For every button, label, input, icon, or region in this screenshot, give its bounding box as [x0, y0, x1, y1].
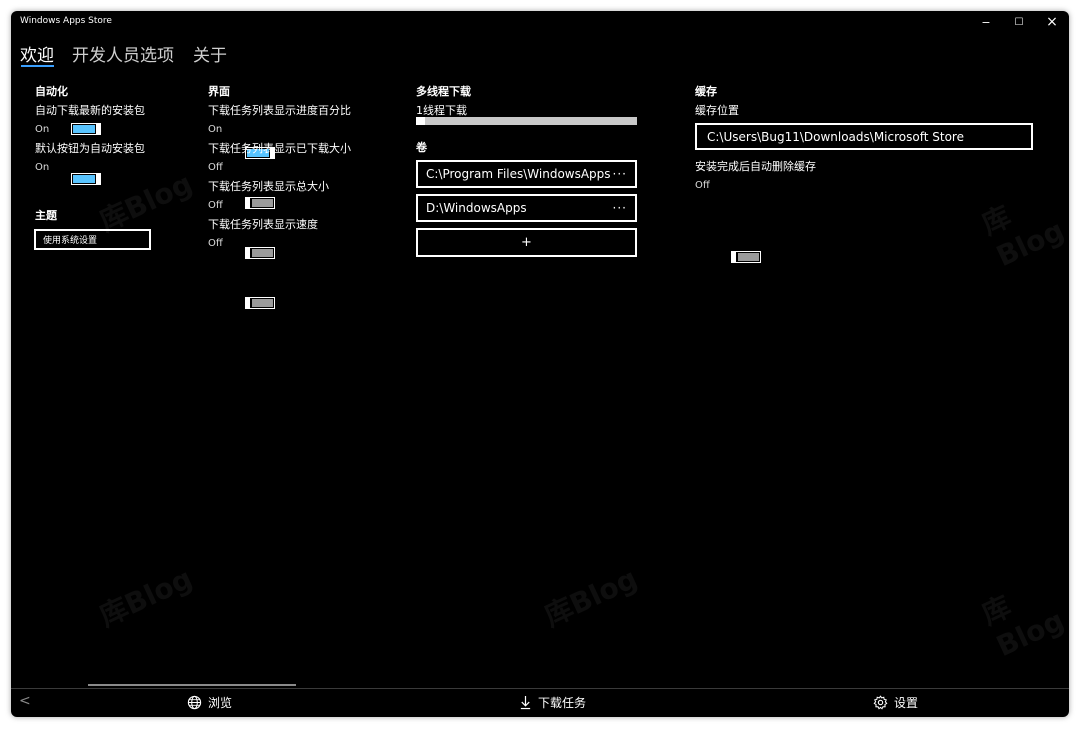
nav-downloads-label: 下载任务: [538, 696, 587, 710]
minimize-button[interactable]: −: [969, 11, 1003, 33]
show-speed-toggle[interactable]: [245, 297, 275, 309]
thread-count-slider[interactable]: [416, 117, 637, 125]
plus-icon: +: [521, 235, 532, 250]
nav-browse-label: 浏览: [208, 696, 233, 710]
horizontal-scrollbar[interactable]: [88, 684, 296, 686]
interface-heading: 界面: [208, 85, 230, 98]
tab-welcome[interactable]: 欢迎: [20, 41, 54, 66]
show-downloaded-label: 下载任务列表显示已下载大小: [208, 142, 351, 155]
show-progress-label: 下载任务列表显示进度百分比: [208, 104, 351, 117]
maximize-button[interactable]: ☐: [1002, 11, 1036, 33]
more-icon[interactable]: ···: [613, 167, 627, 181]
download-icon: [520, 696, 531, 710]
automation-heading: 自动化: [35, 85, 68, 98]
nav-downloads[interactable]: 下载任务: [519, 694, 586, 711]
show-total-state: Off: [208, 200, 223, 211]
volume-path: D:\WindowsApps: [426, 201, 527, 215]
auto-download-label: 自动下载最新的安装包: [35, 104, 145, 117]
nav-settings[interactable]: 设置: [873, 694, 918, 711]
window-title: Windows Apps Store: [20, 16, 112, 26]
nav-settings-label: 设置: [894, 696, 919, 710]
cache-location-input[interactable]: C:\Users\Bug11\Downloads\Microsoft Store: [695, 123, 1033, 150]
tab-developer-options[interactable]: 开发人员选项: [72, 41, 174, 66]
show-downloaded-state: Off: [208, 162, 223, 173]
auto-download-state: On: [35, 124, 50, 135]
show-progress-state: On: [208, 124, 223, 135]
auto-delete-cache-toggle[interactable]: [731, 251, 761, 263]
volume-path: C:\Program Files\WindowsApps: [426, 167, 611, 181]
show-speed-state: Off: [208, 238, 223, 249]
thread-slider-fill: [416, 117, 425, 125]
auto-delete-cache-state: Off: [695, 180, 710, 191]
close-button[interactable]: ×: [1035, 11, 1069, 33]
theme-select[interactable]: 使用系统设置: [34, 229, 151, 250]
app-window: 库Blog 库Blog 库Blog 库Blog 库Blog Windows Ap…: [11, 11, 1069, 717]
bottom-nav: < 浏览 下载任务 设置: [11, 689, 1069, 717]
default-button-label: 默认按钮为自动安装包: [35, 142, 145, 155]
default-button-state: On: [35, 162, 50, 173]
watermark: 库Blog: [976, 199, 1069, 274]
auto-delete-cache-label: 安装完成后自动删除缓存: [695, 160, 816, 173]
watermark: 库Blog: [94, 561, 198, 634]
back-button[interactable]: <: [19, 693, 31, 709]
globe-icon: [187, 695, 202, 710]
show-speed-label: 下载任务列表显示速度: [208, 218, 318, 231]
watermark: 库Blog: [976, 589, 1069, 664]
auto-download-toggle[interactable]: [71, 123, 101, 135]
default-button-toggle[interactable]: [71, 173, 101, 185]
add-volume-button[interactable]: +: [416, 228, 637, 257]
gear-icon: [873, 695, 888, 710]
watermark: 库Blog: [539, 561, 643, 634]
volume-item[interactable]: D:\WindowsApps ···: [416, 194, 637, 222]
show-downloaded-toggle[interactable]: [245, 197, 275, 209]
volume-item[interactable]: C:\Program Files\WindowsApps ···: [416, 160, 637, 188]
thread-count-label: 1线程下载: [416, 104, 467, 117]
tab-active-indicator: [21, 65, 54, 67]
cache-location-label: 缓存位置: [695, 104, 739, 117]
show-total-toggle[interactable]: [245, 247, 275, 259]
more-icon[interactable]: ···: [613, 201, 627, 215]
show-total-label: 下载任务列表显示总大小: [208, 180, 329, 193]
multithread-heading: 多线程下载: [416, 85, 471, 98]
volumes-heading: 卷: [416, 141, 427, 154]
nav-browse[interactable]: 浏览: [187, 694, 232, 711]
cache-heading: 缓存: [695, 85, 717, 98]
tab-about[interactable]: 关于: [193, 41, 227, 66]
theme-heading: 主题: [35, 209, 57, 222]
